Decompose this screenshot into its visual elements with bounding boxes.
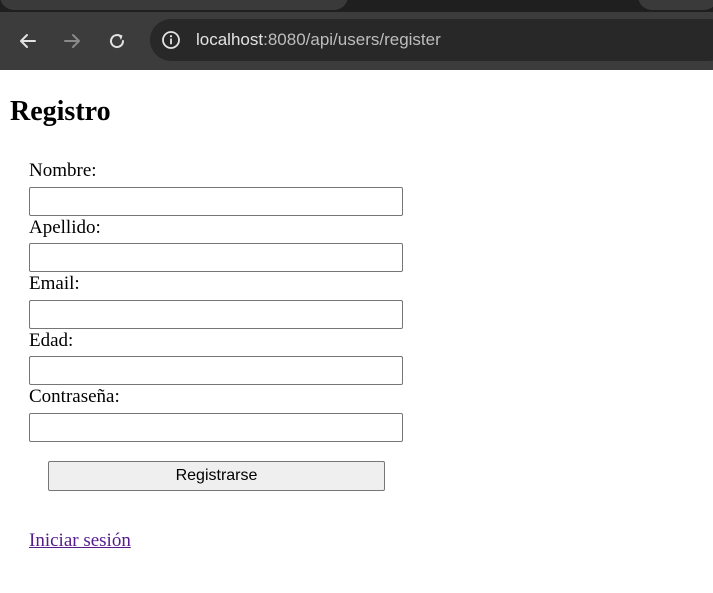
site-info-icon[interactable] — [161, 30, 181, 50]
url-host: localhost — [196, 30, 264, 49]
tab-strip — [0, 0, 713, 12]
email-label: Email: — [29, 273, 80, 294]
back-button[interactable] — [14, 27, 42, 55]
address-bar[interactable]: localhost:8080/api/users/register — [150, 19, 713, 61]
edad-field[interactable] — [29, 356, 403, 385]
edad-label: Edad: — [29, 330, 74, 351]
nombre-label: Nombre: — [29, 160, 97, 181]
url-path: :8080/api/users/register — [263, 30, 441, 49]
arrow-right-icon — [64, 34, 80, 48]
nombre-field[interactable] — [29, 187, 403, 216]
browser-tab[interactable] — [638, 0, 713, 10]
forward-button[interactable] — [58, 27, 86, 55]
arrow-left-icon — [20, 34, 36, 48]
browser-tab[interactable] — [0, 0, 348, 10]
apellido-field[interactable] — [29, 243, 403, 272]
register-button[interactable]: Registrarse — [48, 461, 385, 491]
url-text[interactable]: localhost:8080/api/users/register — [196, 30, 441, 50]
contrasena-label: Contraseña: — [29, 386, 120, 407]
reload-icon — [110, 34, 125, 49]
email-field[interactable] — [29, 300, 403, 329]
page-title: Registro — [10, 96, 111, 127]
login-link[interactable]: Iniciar sesión — [29, 528, 131, 554]
browser-toolbar: localhost:8080/api/users/register — [0, 12, 713, 70]
reload-button[interactable] — [103, 27, 131, 55]
contrasena-field[interactable] — [29, 413, 403, 442]
apellido-label: Apellido: — [29, 217, 101, 238]
